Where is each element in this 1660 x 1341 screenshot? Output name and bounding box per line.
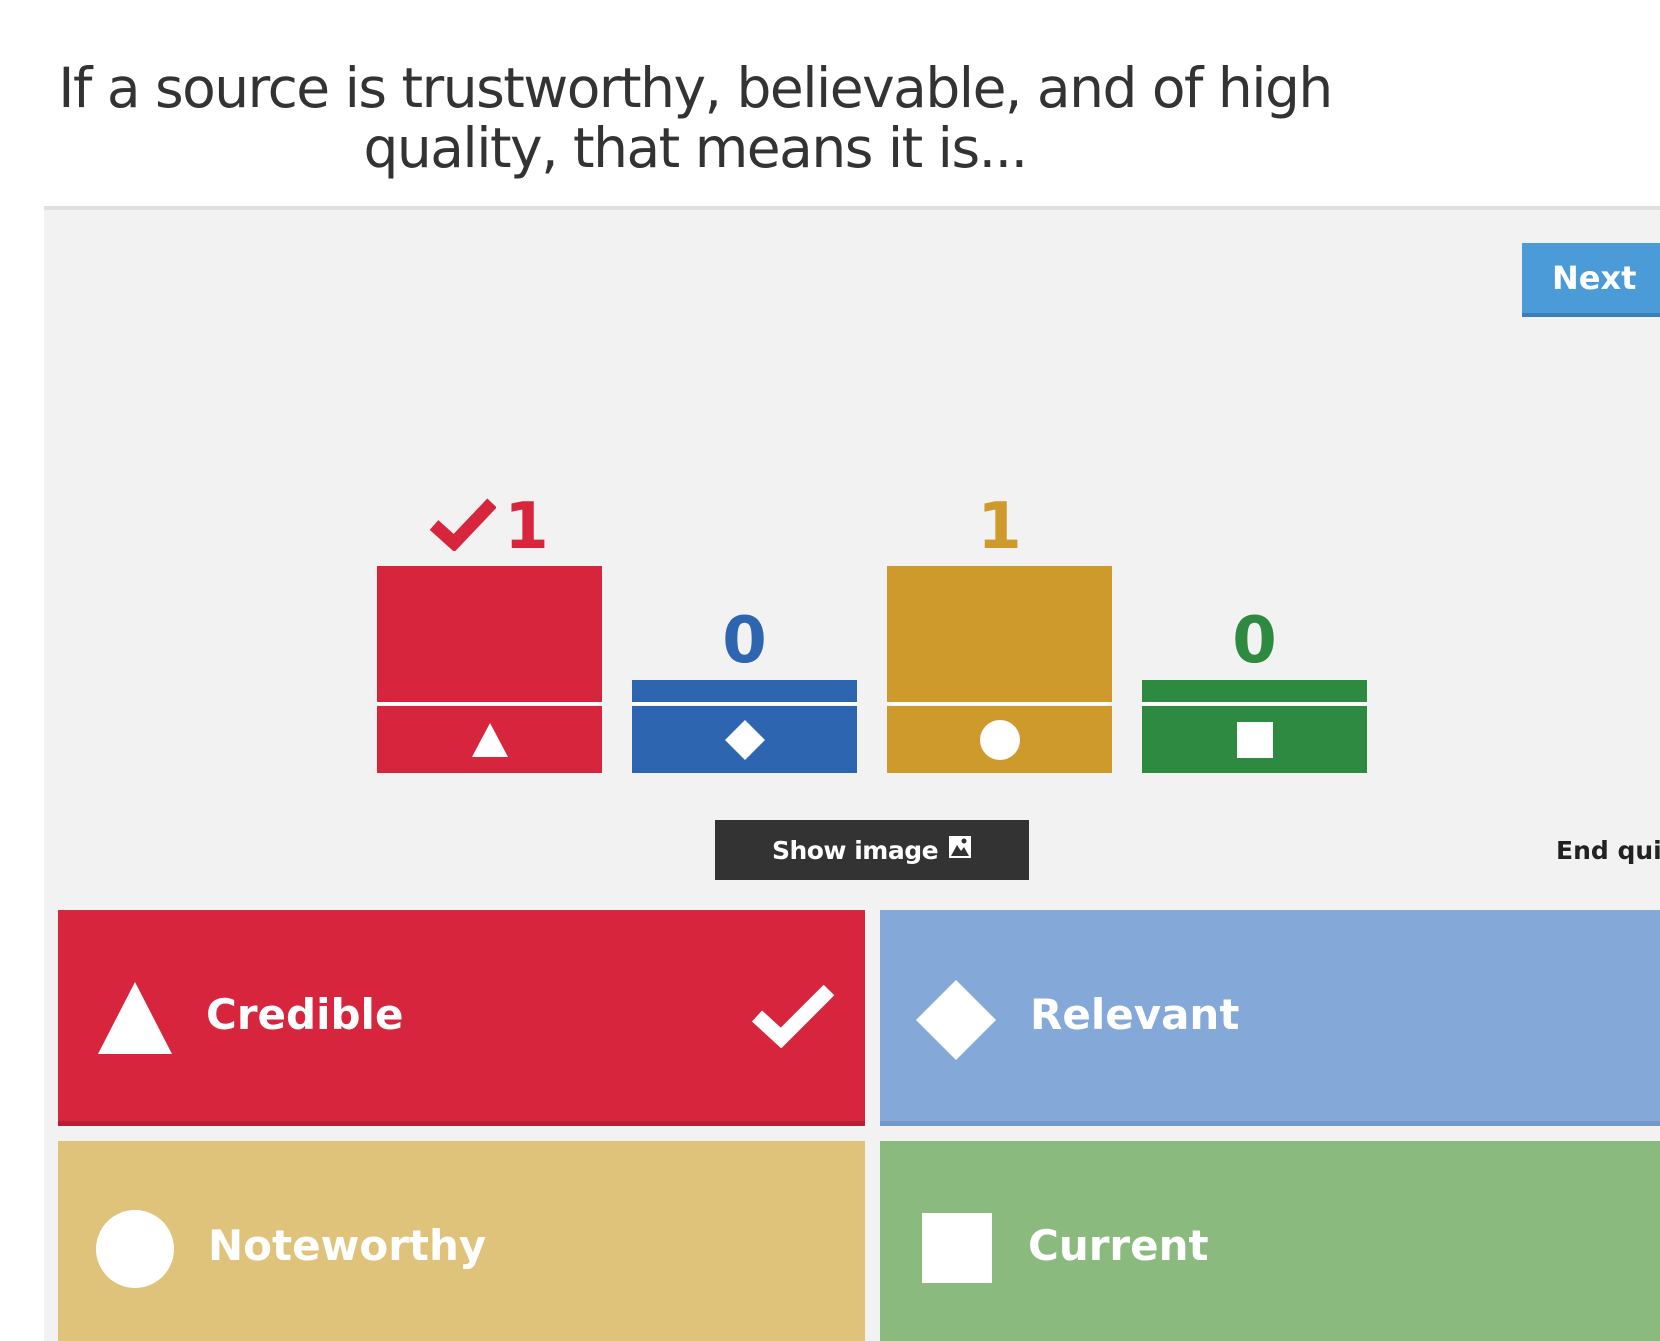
- result-bar-fill: [377, 566, 602, 702]
- answer-tile-relevant[interactable]: Relevant: [880, 910, 1660, 1126]
- answer-label: Credible: [206, 990, 404, 1039]
- triangle-icon: [471, 722, 508, 757]
- show-image-button[interactable]: Show image: [715, 820, 1029, 880]
- square-icon: [1236, 721, 1273, 758]
- image-icon: [948, 835, 972, 865]
- answer-label: Noteworthy: [208, 1221, 487, 1270]
- diamond-icon: [914, 978, 998, 1072]
- answer-tile-noteworthy[interactable]: Noteworthy: [58, 1141, 865, 1341]
- result-bar-circle: 1: [887, 480, 1112, 773]
- result-count-diamond: 0: [722, 604, 767, 678]
- diamond-icon: [724, 719, 765, 760]
- next-button[interactable]: Next: [1522, 243, 1660, 317]
- bar-base: [1142, 706, 1367, 773]
- bar-divider: [1142, 702, 1367, 705]
- square-icon: [922, 1213, 992, 1293]
- result-count-square: 0: [1232, 604, 1277, 678]
- result-bar-diamond: 0: [632, 480, 857, 773]
- question-title: If a source is trustworthy, believable, …: [58, 56, 1333, 180]
- checkmark-icon: [751, 982, 835, 1058]
- answer-tile-credible[interactable]: Credible: [58, 910, 865, 1126]
- result-bar-fill: [632, 680, 857, 702]
- bar-divider: [887, 702, 1112, 705]
- bar-base: [887, 706, 1112, 773]
- result-count-value: 1: [504, 490, 549, 564]
- checkmark-icon: [429, 495, 497, 565]
- result-bar-square: 0: [1142, 480, 1367, 773]
- result-bar-triangle: 1: [377, 480, 602, 773]
- result-count-circle: 1: [977, 490, 1022, 564]
- bar-base: [632, 706, 857, 773]
- answer-tile-current[interactable]: Current: [880, 1141, 1660, 1341]
- circle-icon: [979, 719, 1020, 760]
- result-bar-fill: [887, 566, 1112, 702]
- end-quiz-button[interactable]: End quiz: [1556, 836, 1660, 865]
- triangle-icon: [96, 980, 174, 1066]
- result-count-triangle: 1: [377, 492, 602, 565]
- show-image-label: Show image: [771, 835, 939, 865]
- bar-divider: [377, 702, 602, 705]
- answer-label: Current: [1028, 1221, 1209, 1270]
- answer-label: Relevant: [1030, 990, 1240, 1039]
- bar-base: [377, 706, 602, 773]
- circle-icon: [95, 1209, 175, 1299]
- result-bar-fill: [1142, 680, 1367, 702]
- bar-divider: [632, 702, 857, 705]
